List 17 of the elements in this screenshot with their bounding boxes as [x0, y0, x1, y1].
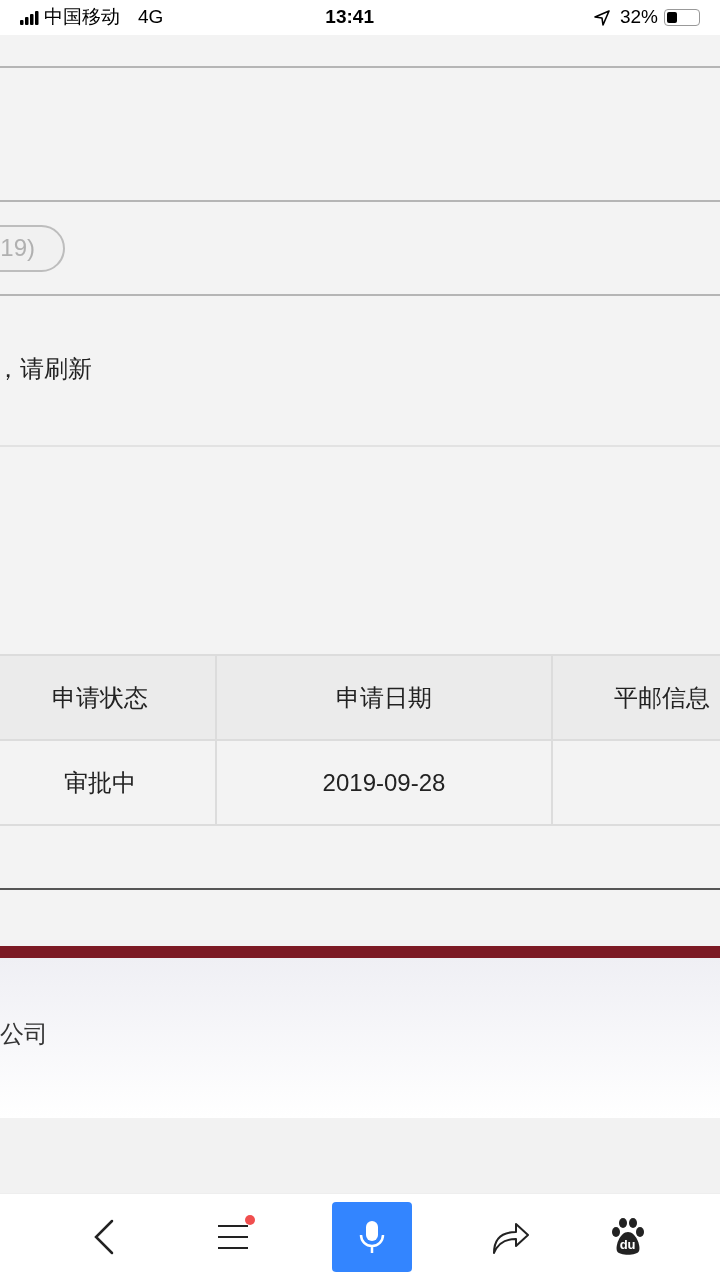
company-name: 公司	[0, 1019, 48, 1049]
battery-percent: 32%	[619, 5, 658, 30]
share-arrow-icon	[491, 1220, 530, 1254]
signal-icon	[20, 10, 40, 25]
voice-search-button[interactable]	[332, 1202, 412, 1272]
battery-icon	[664, 9, 700, 26]
clock-time: 13:41	[325, 5, 374, 30]
paw-logo[interactable]: du	[609, 1218, 646, 1256]
carrier-name: 中国移动	[44, 5, 120, 30]
microphone-icon	[357, 1220, 387, 1254]
column-header: 申请状态	[51, 682, 149, 713]
location-arrow-icon	[593, 9, 610, 26]
network-type: 4G	[138, 5, 164, 30]
menu-icon	[217, 1223, 250, 1251]
table-cell: 2019-09-28	[215, 741, 551, 824]
table-cell-text: 审批中	[63, 767, 137, 798]
refresh-notice: ，请刷新	[0, 354, 92, 384]
